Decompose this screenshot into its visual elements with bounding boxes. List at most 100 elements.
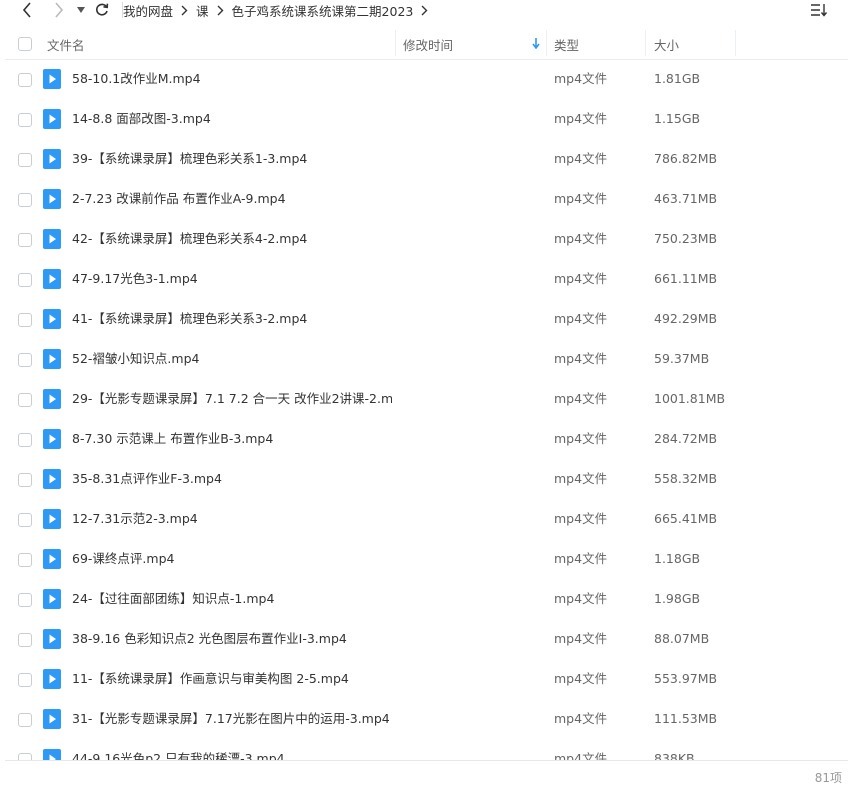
breadcrumb-item-course[interactable]: 课 xyxy=(196,1,209,20)
file-row[interactable]: 47-9.17光色3-1.mp4 mp4文件 661.11MB xyxy=(5,260,848,300)
file-name[interactable]: 8-7.30 示范课上 布置作业B-3.mp4 xyxy=(72,420,392,458)
file-row[interactable]: 38-9.16 色彩知识点2 光色图层布置作业I-3.mp4 mp4文件 88.07… xyxy=(5,620,848,660)
back-button[interactable] xyxy=(16,0,38,20)
file-checkbox[interactable] xyxy=(18,353,32,367)
file-name[interactable]: 31-【光影专题课录屏】7.17光影在图片中的运用-3.mp4 xyxy=(72,700,392,738)
file-row[interactable]: 39-【系统课录屏】梳理色彩关系1-3.mp4 mp4文件 786.82MB xyxy=(5,140,848,180)
file-type: mp4文件 xyxy=(554,271,608,286)
history-dropdown[interactable] xyxy=(74,0,88,20)
file-checkbox[interactable] xyxy=(18,713,32,727)
file-row[interactable]: 69-课终点评.mp4 mp4文件 1.18GB xyxy=(5,540,848,580)
file-checkbox[interactable] xyxy=(18,113,32,127)
file-type: mp4文件 xyxy=(554,311,608,326)
caret-down-icon xyxy=(77,7,85,13)
file-checkbox[interactable] xyxy=(18,153,32,167)
file-list-header: 文件名 修改时间 类型 大小 xyxy=(5,28,848,60)
file-row[interactable]: 42-【系统课录屏】梳理色彩关系4-2.mp4 mp4文件 750.23MB xyxy=(5,220,848,260)
video-file-icon xyxy=(43,629,61,649)
file-name[interactable]: 35-8.31点评作业F-3.mp4 xyxy=(72,460,392,498)
file-row[interactable]: 44-9.16光色p2 只有我的稀漂-3.mp4 mp4文件 838KB xyxy=(5,740,848,760)
column-header-modified[interactable]: 修改时间 xyxy=(403,28,453,60)
file-name[interactable]: 29-【光影专题课录屏】7.1 7.2 合一天 改作业2讲课-2.m... xyxy=(72,380,392,418)
file-size: 665.41MB xyxy=(654,511,718,526)
file-row[interactable]: 2-7.23 改课前作品 布置作业A-9.mp4 mp4文件 463.71MB xyxy=(5,180,848,220)
file-name[interactable]: 47-9.17光色3-1.mp4 xyxy=(72,260,392,298)
file-row[interactable]: 31-【光影专题课录屏】7.17光影在图片中的运用-3.mp4 mp4文件 111.… xyxy=(5,700,848,740)
file-size: 1.18GB xyxy=(654,551,701,566)
file-type: mp4文件 xyxy=(554,551,608,566)
select-all-checkbox[interactable] xyxy=(18,37,32,51)
file-checkbox[interactable] xyxy=(18,433,32,447)
file-type: mp4文件 xyxy=(554,191,608,206)
sort-descending-icon[interactable] xyxy=(532,38,540,49)
video-file-icon xyxy=(43,549,61,569)
file-row[interactable]: 35-8.31点评作业F-3.mp4 mp4文件 558.32MB xyxy=(5,460,848,500)
file-row[interactable]: 14-8.8 面部改图-3.mp4 mp4文件 1.15GB xyxy=(5,100,848,140)
breadcrumb: 我的网盘 课 色子鸡系统课系统课第二期2023 xyxy=(123,0,436,20)
file-list: 58-10.1改作业M.mp4 mp4文件 1.81GB 14-8.8 面部改图-3.… xyxy=(5,60,848,760)
file-type: mp4文件 xyxy=(554,71,608,86)
file-name[interactable]: 24-【过往面部团练】知识点-1.mp4 xyxy=(72,580,392,618)
forward-button[interactable] xyxy=(48,0,70,20)
file-name[interactable]: 39-【系统课录屏】梳理色彩关系1-3.mp4 xyxy=(72,140,392,178)
status-bar: 81项 xyxy=(5,760,848,790)
file-name[interactable]: 2-7.23 改课前作品 布置作业A-9.mp4 xyxy=(72,180,392,218)
file-checkbox[interactable] xyxy=(18,633,32,647)
file-size: 1.81GB xyxy=(654,71,701,86)
video-file-icon xyxy=(43,749,61,760)
file-name[interactable]: 38-9.16 色彩知识点2 光色图层布置作业I-3.mp4 xyxy=(72,620,392,658)
file-name[interactable]: 12-7.31示范2-3.mp4 xyxy=(72,500,392,538)
file-name[interactable]: 11-【系统课录屏】作画意识与审美构图 2-5.mp4 xyxy=(72,660,392,698)
file-row[interactable]: 8-7.30 示范课上 布置作业B-3.mp4 mp4文件 284.72MB xyxy=(5,420,848,460)
file-size: 838KB xyxy=(654,751,695,760)
file-size: 284.72MB xyxy=(654,431,718,446)
file-name[interactable]: 44-9.16光色p2 只有我的稀漂-3.mp4 xyxy=(72,740,392,760)
file-row[interactable]: 24-【过往面部团练】知识点-1.mp4 mp4文件 1.98GB xyxy=(5,580,848,620)
file-row[interactable]: 12-7.31示范2-3.mp4 mp4文件 665.41MB xyxy=(5,500,848,540)
file-size: 1.98GB xyxy=(654,591,701,606)
file-type: mp4文件 xyxy=(554,391,608,406)
file-checkbox[interactable] xyxy=(18,273,32,287)
file-checkbox[interactable] xyxy=(18,473,32,487)
video-file-icon xyxy=(43,469,61,489)
file-checkbox[interactable] xyxy=(18,513,32,527)
file-type: mp4文件 xyxy=(554,711,608,726)
file-name[interactable]: 14-8.8 面部改图-3.mp4 xyxy=(72,100,392,138)
breadcrumb-item-my-drive[interactable]: 我的网盘 xyxy=(123,1,173,20)
file-name[interactable]: 69-课终点评.mp4 xyxy=(72,540,392,578)
file-name[interactable]: 58-10.1改作业M.mp4 xyxy=(72,60,392,98)
file-checkbox[interactable] xyxy=(18,193,32,207)
video-file-icon xyxy=(43,109,61,129)
chevron-right-icon xyxy=(217,5,224,16)
file-size: 558.32MB xyxy=(654,471,718,486)
video-file-icon xyxy=(43,229,61,249)
file-row[interactable]: 11-【系统课录屏】作画意识与审美构图 2-5.mp4 mp4文件 553.97MB xyxy=(5,660,848,700)
file-name[interactable]: 42-【系统课录屏】梳理色彩关系4-2.mp4 xyxy=(72,220,392,258)
video-file-icon xyxy=(43,349,61,369)
column-header-size[interactable]: 大小 xyxy=(654,28,679,60)
file-checkbox[interactable] xyxy=(18,233,32,247)
file-checkbox[interactable] xyxy=(18,673,32,687)
refresh-button[interactable] xyxy=(92,0,112,20)
column-header-type[interactable]: 类型 xyxy=(554,28,579,60)
column-header-name[interactable]: 文件名 xyxy=(47,28,85,60)
video-file-icon xyxy=(43,589,61,609)
file-size: 1001.81MB xyxy=(654,391,726,406)
sort-view-button[interactable] xyxy=(808,1,830,19)
file-checkbox[interactable] xyxy=(18,593,32,607)
file-name[interactable]: 41-【系统课录屏】梳理色彩关系3-2.mp4 xyxy=(72,300,392,338)
file-row[interactable]: 41-【系统课录屏】梳理色彩关系3-2.mp4 mp4文件 492.29MB xyxy=(5,300,848,340)
file-type: mp4文件 xyxy=(554,751,608,760)
file-checkbox[interactable] xyxy=(18,73,32,87)
file-row[interactable]: 58-10.1改作业M.mp4 mp4文件 1.81GB xyxy=(5,60,848,100)
file-checkbox[interactable] xyxy=(18,313,32,327)
file-name[interactable]: 52-褶皱小知识点.mp4 xyxy=(72,340,392,378)
video-file-icon xyxy=(43,389,61,409)
breadcrumb-item-current-folder[interactable]: 色子鸡系统课系统课第二期2023 xyxy=(232,1,414,20)
file-size: 492.29MB xyxy=(654,311,718,326)
file-checkbox[interactable] xyxy=(18,553,32,567)
file-row[interactable]: 29-【光影专题课录屏】7.1 7.2 合一天 改作业2讲课-2.m... mp4… xyxy=(5,380,848,420)
file-row[interactable]: 52-褶皱小知识点.mp4 mp4文件 59.37MB xyxy=(5,340,848,380)
file-checkbox[interactable] xyxy=(18,753,32,760)
file-checkbox[interactable] xyxy=(18,393,32,407)
